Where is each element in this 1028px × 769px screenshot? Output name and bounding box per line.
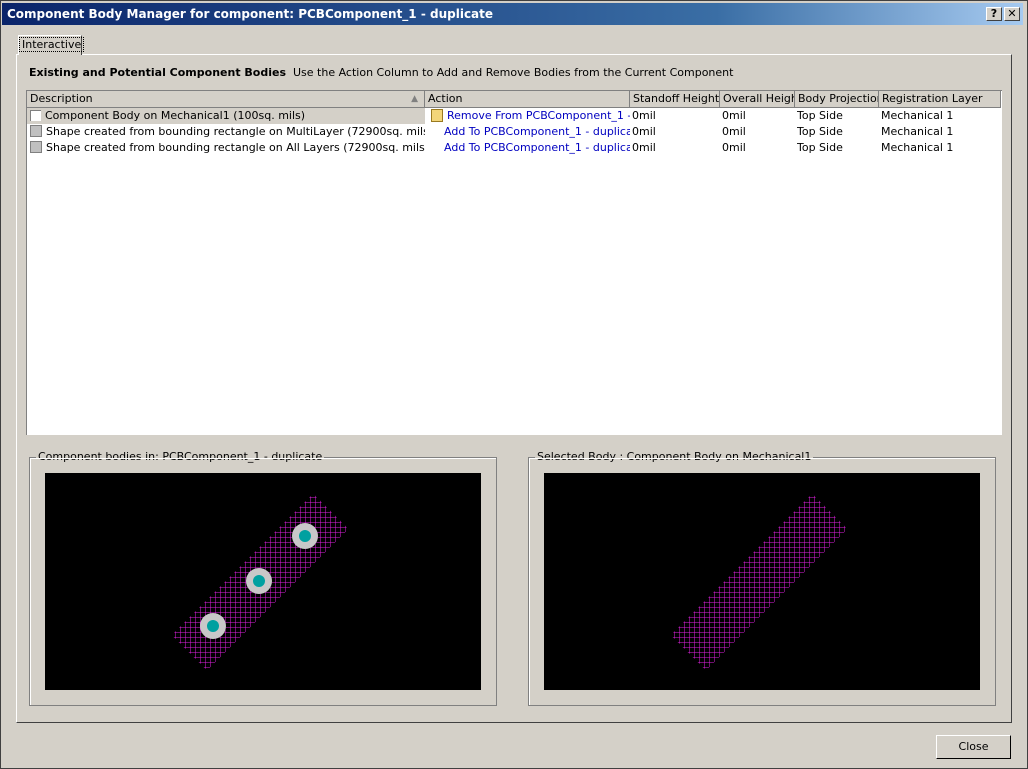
- selected-body-shape: [670, 493, 848, 671]
- section-title: Existing and Potential Component Bodies: [29, 66, 286, 79]
- action-link[interactable]: Add To PCBComponent_1 - duplicate: [444, 124, 630, 140]
- selected-body-label: Selected Body : Component Body on Mechan…: [535, 450, 814, 463]
- column-header-layer[interactable]: Registration Layer: [879, 91, 1001, 108]
- selected-body-drawing: [670, 493, 848, 671]
- column-header-projection[interactable]: Body Projection: [795, 91, 879, 108]
- action-link[interactable]: Add To PCBComponent_1 - duplicate: [444, 140, 630, 156]
- title-bar[interactable]: Component Body Manager for component: PC…: [2, 3, 1023, 25]
- bodies-table: Description ▲ Action Standoff Height Over…: [26, 90, 1002, 435]
- section-hint: Use the Action Column to Add and Remove …: [293, 66, 734, 79]
- window-title: Component Body Manager for component: PC…: [7, 7, 494, 21]
- component-preview-drawing: [171, 493, 349, 671]
- remove-body-icon: [431, 108, 443, 122]
- component-bodies-label: Component bodies in: PCBComponent_1 - du…: [36, 450, 325, 463]
- checkbox-icon[interactable]: [30, 141, 42, 153]
- tab-interactive[interactable]: Interactive: [18, 35, 85, 55]
- help-button[interactable]: ?: [986, 7, 1002, 21]
- checkbox-icon[interactable]: [30, 125, 42, 137]
- column-header-standoff[interactable]: Standoff Height: [630, 91, 720, 108]
- section-header: Existing and Potential Component Bodies U…: [29, 66, 733, 79]
- pad-3: [292, 523, 318, 549]
- component-preview-canvas[interactable]: [45, 473, 481, 690]
- checkbox-checked-icon[interactable]: [30, 109, 41, 121]
- table-row[interactable]: Shape created from bounding rectangle on…: [27, 140, 1001, 156]
- table-row[interactable]: Shape created from bounding rectangle on…: [27, 124, 1001, 140]
- close-button[interactable]: Close: [936, 735, 1011, 759]
- action-link[interactable]: Remove From PCBComponent_1 - dupl: [427, 108, 630, 124]
- dialog-window: Component Body Manager for component: PC…: [0, 0, 1028, 769]
- sort-ascending-icon: ▲: [411, 94, 418, 104]
- column-header-overall[interactable]: Overall Height: [720, 91, 795, 108]
- selected-body-canvas[interactable]: [544, 473, 980, 690]
- column-header-action[interactable]: Action: [425, 91, 630, 108]
- table-row[interactable]: Component Body on Mechanical1 (100sq. mi…: [27, 108, 1001, 124]
- column-header-description[interactable]: Description ▲: [27, 91, 425, 108]
- close-window-button[interactable]: ✕: [1004, 7, 1020, 21]
- pad-2: [246, 568, 272, 594]
- pad-1: [200, 613, 226, 639]
